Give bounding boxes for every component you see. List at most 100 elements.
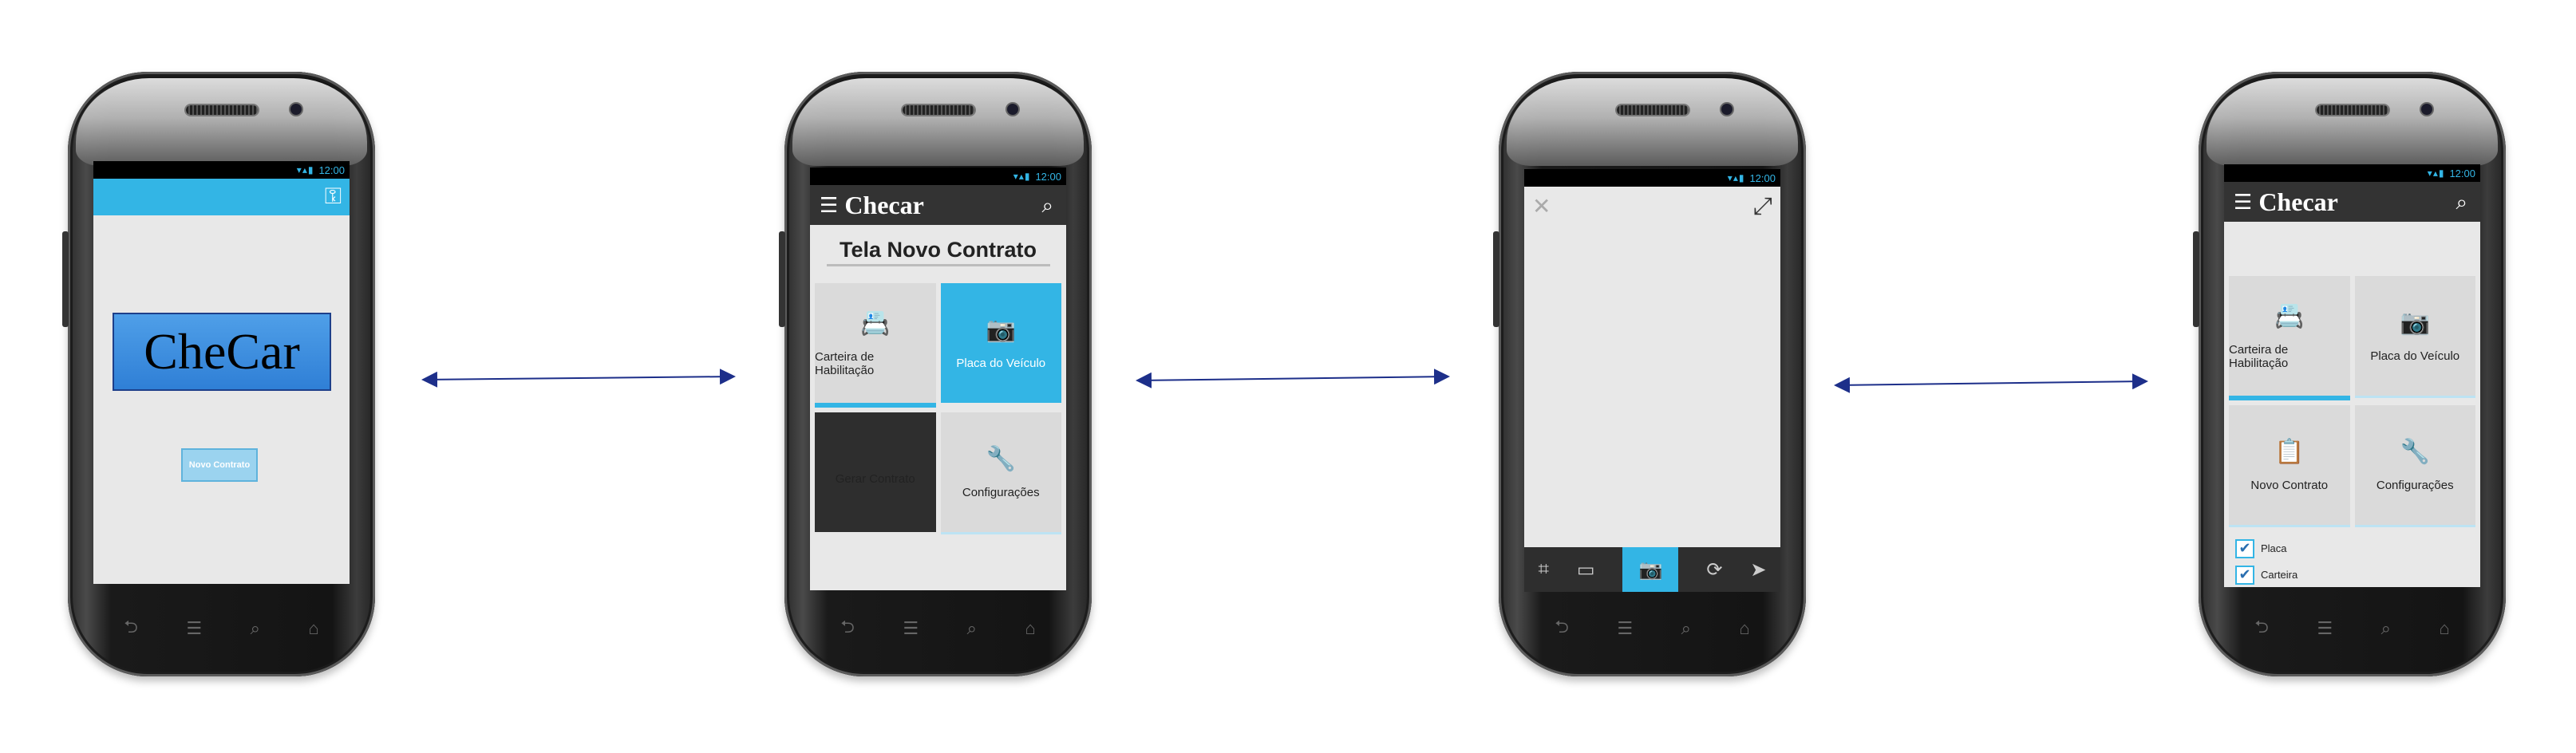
tile-label: Novo Contrato	[2250, 479, 2329, 492]
signal-icon: ▾▴▮	[2427, 168, 2445, 179]
home-icon[interactable]: ⌂	[2439, 618, 2449, 639]
signal-icon: ▾▴▮	[1727, 172, 1745, 183]
tile-grid: 📇 Carteira de Habilitação 📷 Placa do Veí…	[2229, 276, 2475, 527]
id-card-icon: 📇	[2274, 302, 2305, 329]
signal-icon: ▾▴▮	[296, 164, 314, 175]
action-bar: ☰ Checar ⌕	[810, 185, 1066, 225]
settings-key-icon[interactable]: ⚿	[325, 183, 342, 210]
home-icon[interactable]: ⌂	[1739, 618, 1749, 639]
tile-configuracoes[interactable]: 🔧 Configurações	[940, 412, 1061, 534]
tile-label: Configurações	[2376, 479, 2454, 492]
phone-splash: ▾▴▮ 12:00 ⚿ CheCar Novo Contrato ⮌ ☰ ⌕ ⌂	[62, 72, 375, 676]
tile-carteira[interactable]: 📇 Carteira de Habilitação	[815, 283, 936, 408]
tile-placa[interactable]: 📷 Placa do Veículo	[2354, 276, 2475, 398]
check-label: Carteira	[2261, 569, 2298, 581]
speaker-grille	[902, 105, 974, 115]
back-icon[interactable]: ⮌	[840, 613, 855, 644]
tile-novo-contrato[interactable]: 📋 Novo Contrato	[2229, 405, 2350, 527]
checklist: ✔ Placa ✔ Carteira	[2235, 535, 2297, 587]
recent-apps-icon[interactable]: ☰	[2317, 618, 2333, 639]
checkbox-icon[interactable]: ✔	[2235, 565, 2254, 585]
tile-label: Configurações	[962, 486, 1040, 499]
close-icon[interactable]: ✕	[1532, 193, 1551, 220]
back-icon[interactable]: ⮌	[1555, 613, 1569, 644]
search-icon[interactable]: ⌕	[1041, 193, 1053, 219]
arrow-1-2	[421, 369, 736, 388]
tile-label: Placa do Veículo	[956, 357, 1046, 370]
camera-icon: 📷	[2400, 309, 2430, 336]
tile-configuracoes[interactable]: 🔧 Configurações	[2354, 405, 2475, 527]
status-bar: ▾▴▮ 12:00	[1524, 169, 1780, 187]
camera-icon: 📷	[986, 317, 1016, 343]
phone-checklist: ▾▴▮ 12:00 ☰ Checar ⌕ 📇 Carteira de Habil…	[2193, 72, 2506, 676]
status-time: 12:00	[1749, 171, 1776, 184]
camera-toolbar: ⌗ ▭ 📷 ⟳ ➤	[1524, 547, 1780, 592]
menu-icon[interactable]: ☰	[820, 193, 838, 218]
recent-apps-icon[interactable]: ☰	[186, 618, 202, 639]
search-icon[interactable]: ⌕	[1681, 618, 1691, 639]
tile-label: Placa do Veículo	[2370, 349, 2460, 363]
front-camera	[1007, 104, 1018, 115]
tile-label: Carteira de Habilitação	[815, 349, 875, 377]
crop-icon[interactable]: ⌗	[1538, 558, 1549, 581]
tile-carteira[interactable]: 📇 Carteira de Habilitação	[2229, 276, 2350, 400]
status-bar: ▾▴▮ 12:00	[810, 168, 1066, 185]
tile-grid: 📇 Carteira de Habilitação 📷 Placa do Veí…	[815, 283, 1061, 534]
back-icon[interactable]: ⮌	[124, 613, 138, 644]
status-time: 12:00	[2449, 167, 2475, 179]
nav-bar: ⮌ ☰ ⌕ ⌂	[100, 613, 343, 645]
volume-button	[1493, 231, 1499, 327]
check-label: Placa	[2261, 542, 2287, 554]
speaker-grille	[185, 105, 258, 115]
status-bar: ▾▴▮ 12:00	[2224, 164, 2480, 182]
recent-apps-icon[interactable]: ☰	[1617, 618, 1633, 639]
signal-icon: ▾▴▮	[1013, 171, 1031, 182]
tile-gerar-contrato[interactable]: Gerar Contrato	[815, 412, 936, 532]
check-carteira[interactable]: ✔ Carteira	[2235, 562, 2297, 587]
speaker-grille	[1616, 105, 1689, 115]
front-camera	[1721, 104, 1732, 115]
top-bar: ⚿	[93, 179, 350, 215]
check-placa[interactable]: ✔ Placa	[2235, 535, 2297, 562]
camera-screen: ▾▴▮ 12:00 ✕ ⤢ ⌗ ▭ 📷 ⟳ ➤	[1524, 169, 1780, 592]
camera-capture-icon[interactable]: 📷	[1622, 547, 1679, 592]
status-time: 12:00	[1035, 170, 1061, 183]
phone-novo-contrato: ▾▴▮ 12:00 ☰ Checar ⌕ Tela Novo Contrato …	[779, 72, 1092, 676]
volume-button	[779, 231, 785, 327]
front-camera	[2421, 104, 2432, 115]
novo-contrato-button[interactable]: Novo Contrato	[181, 448, 258, 482]
refresh-icon[interactable]: ⟳	[1706, 558, 1722, 582]
splash-screen: ▾▴▮ 12:00 ⚿ CheCar Novo Contrato	[93, 161, 350, 584]
clipboard-icon: 📋	[2274, 439, 2305, 465]
search-icon[interactable]: ⌕	[2381, 618, 2391, 639]
home-icon[interactable]: ⌂	[1025, 618, 1035, 639]
volume-button	[2193, 231, 2199, 327]
camera-top-controls: ✕ ⤢	[1532, 193, 1772, 220]
menu-icon[interactable]: ☰	[2234, 190, 2252, 215]
search-icon[interactable]: ⌕	[2455, 190, 2467, 215]
nav-bar: ⮌ ☰ ⌕ ⌂	[816, 613, 1060, 645]
app-logo: CheCar	[113, 313, 331, 391]
home-icon[interactable]: ⌂	[308, 618, 318, 639]
wrench-icon: 🔧	[986, 446, 1016, 472]
checklist-screen: ▾▴▮ 12:00 ☰ Checar ⌕ 📇 Carteira de Habil…	[2224, 164, 2480, 587]
flow-arrows	[421, 369, 2148, 393]
send-icon[interactable]: ➤	[1750, 558, 1766, 582]
checkbox-icon[interactable]: ✔	[2235, 538, 2254, 558]
tile-placa[interactable]: 📷 Placa do Veículo	[940, 283, 1061, 403]
status-time: 12:00	[318, 164, 345, 176]
volume-button	[62, 231, 69, 327]
front-camera	[290, 104, 302, 115]
back-icon[interactable]: ⮌	[2254, 613, 2269, 644]
search-icon[interactable]: ⌕	[967, 618, 977, 639]
gallery-icon[interactable]: ▭	[1577, 558, 1595, 582]
tile-label: Carteira de Habilitação	[2229, 342, 2289, 370]
novo-contrato-screen: ▾▴▮ 12:00 ☰ Checar ⌕ Tela Novo Contrato …	[810, 168, 1066, 590]
app-title: Checar	[2258, 187, 2338, 216]
search-icon[interactable]: ⌕	[251, 618, 260, 639]
recent-apps-icon[interactable]: ☰	[903, 618, 919, 639]
status-bar: ▾▴▮ 12:00	[93, 161, 350, 179]
page-title: Tela Novo Contrato	[826, 238, 1050, 266]
app-title: Checar	[844, 190, 924, 219]
expand-icon[interactable]: ⤢	[1753, 193, 1772, 220]
